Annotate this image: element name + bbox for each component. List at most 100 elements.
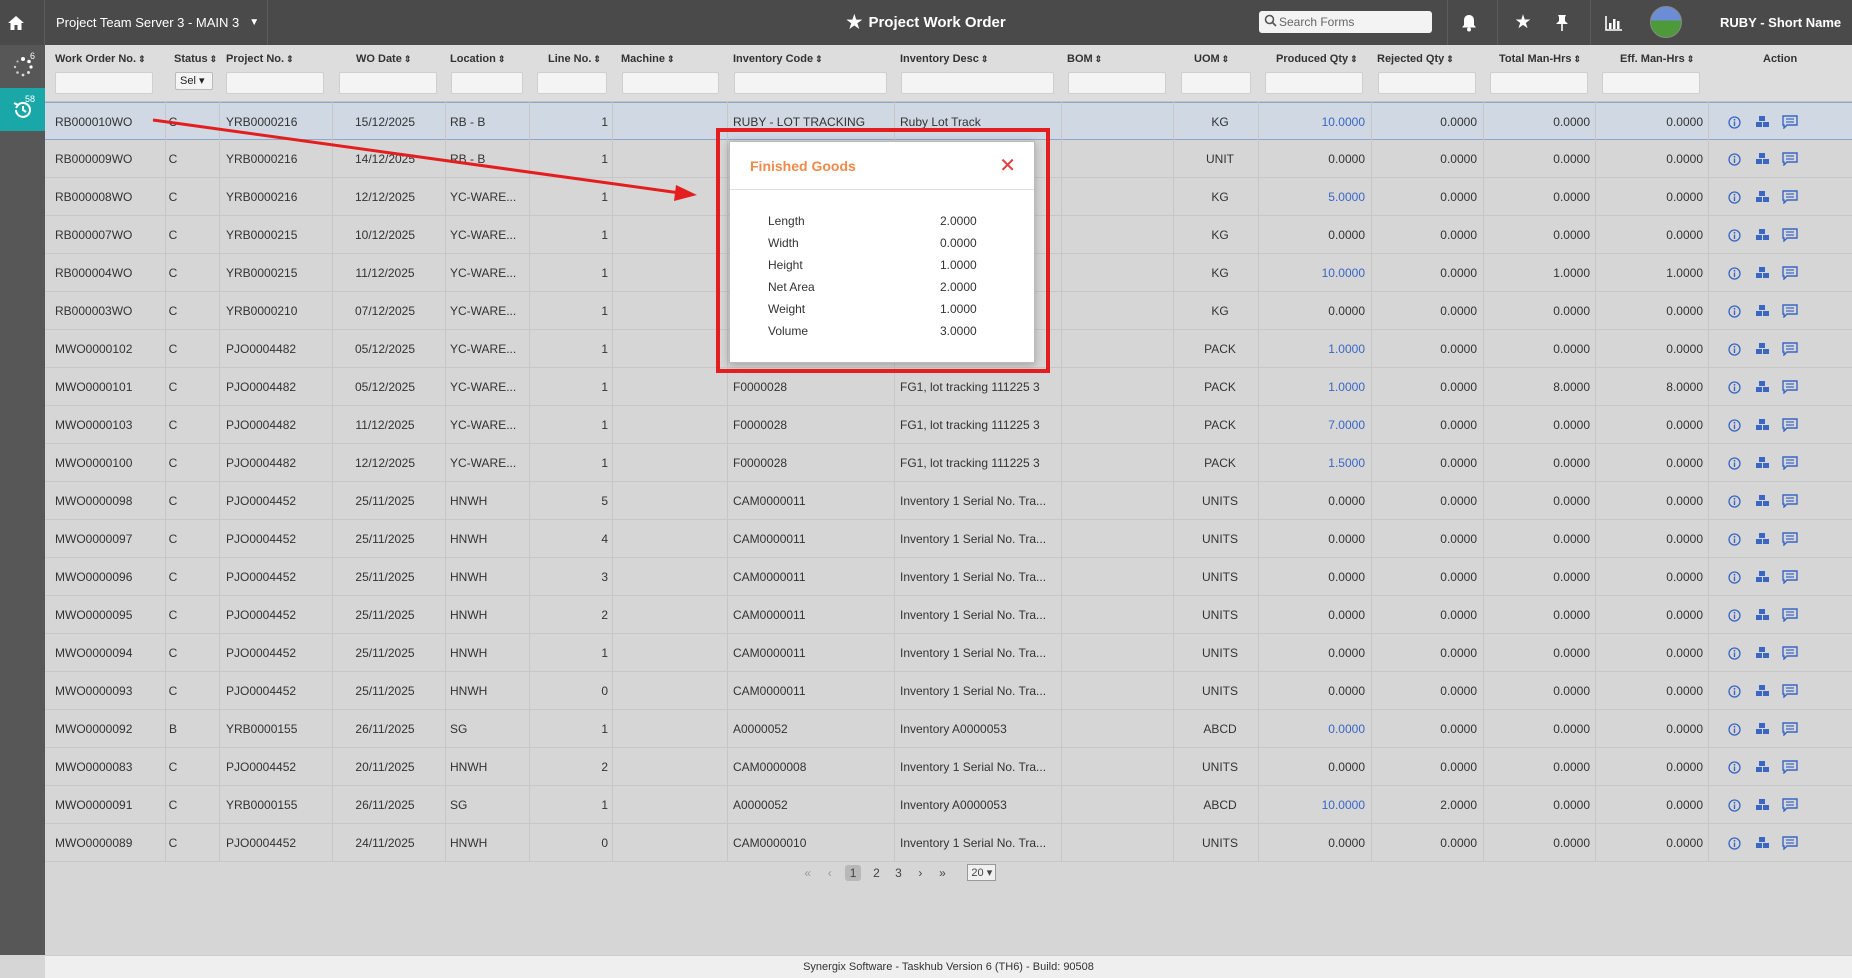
- column-filter-input[interactable]: [55, 72, 153, 94]
- info-icon[interactable]: [1725, 302, 1743, 320]
- boxes-icon[interactable]: [1753, 606, 1771, 624]
- comment-icon[interactable]: [1781, 340, 1799, 358]
- info-icon[interactable]: [1725, 834, 1743, 852]
- info-icon[interactable]: [1725, 454, 1743, 472]
- next-page-icon[interactable]: ›: [913, 866, 927, 880]
- table-row[interactable]: MWO0000092 B YRB0000155 26/11/2025 SG 1 A00000…: [45, 710, 1852, 748]
- close-icon[interactable]: ✕: [999, 156, 1016, 176]
- info-icon[interactable]: [1725, 568, 1743, 586]
- table-row[interactable]: MWO0000096 C PJO0004452 25/11/2025 HNWH 3 CAM0…: [45, 558, 1852, 596]
- table-row[interactable]: MWO0000091 C YRB0000155 26/11/2025 SG 1 A00000…: [45, 786, 1852, 824]
- column-header[interactable]: Rejected Qty ⇕: [1377, 53, 1454, 65]
- boxes-icon[interactable]: [1753, 796, 1771, 814]
- boxes-icon[interactable]: [1753, 834, 1771, 852]
- info-icon[interactable]: [1725, 340, 1743, 358]
- comment-icon[interactable]: [1781, 682, 1799, 700]
- boxes-icon[interactable]: [1753, 530, 1771, 548]
- info-icon[interactable]: [1725, 682, 1743, 700]
- cell-prod[interactable]: 10.0000: [1265, 103, 1365, 141]
- column-header[interactable]: Work Order No. ⇕: [55, 53, 146, 65]
- cell-wo[interactable]: MWO0000102: [55, 330, 155, 368]
- table-row[interactable]: MWO0000098 C PJO0004452 25/11/2025 HNWH 5 CAM0…: [45, 482, 1852, 520]
- sort-icon[interactable]: ⇕: [1446, 54, 1454, 64]
- loading-tasks-button[interactable]: 6: [0, 45, 45, 88]
- boxes-icon[interactable]: [1753, 454, 1771, 472]
- sort-icon[interactable]: ⇕: [1222, 54, 1230, 64]
- info-icon[interactable]: [1725, 113, 1743, 131]
- info-icon[interactable]: [1725, 530, 1743, 548]
- sort-icon[interactable]: ⇕: [667, 54, 675, 64]
- comment-icon[interactable]: [1781, 606, 1799, 624]
- table-row[interactable]: MWO0000089 C PJO0004452 24/11/2025 HNWH 0 CAM0…: [45, 824, 1852, 862]
- column-header[interactable]: BOM ⇕: [1067, 53, 1102, 65]
- boxes-icon[interactable]: [1753, 644, 1771, 662]
- column-filter-input[interactable]: [901, 72, 1054, 94]
- comment-icon[interactable]: [1781, 378, 1799, 396]
- cell-wo[interactable]: RB000008WO: [55, 178, 155, 216]
- column-filter-input[interactable]: [1602, 72, 1700, 94]
- comment-icon[interactable]: [1781, 758, 1799, 776]
- column-header[interactable]: Line No. ⇕: [548, 53, 601, 65]
- sort-icon[interactable]: ⇕: [1350, 54, 1358, 64]
- search-input[interactable]: Search Forms: [1259, 11, 1432, 33]
- sort-icon[interactable]: ⇕: [1095, 54, 1103, 64]
- boxes-icon[interactable]: [1753, 416, 1771, 434]
- comment-icon[interactable]: [1781, 226, 1799, 244]
- comment-icon[interactable]: [1781, 720, 1799, 738]
- sort-icon[interactable]: ⇕: [138, 54, 146, 64]
- history-button[interactable]: 58: [0, 88, 45, 131]
- comment-icon[interactable]: [1781, 568, 1799, 586]
- column-filter-input[interactable]: [226, 72, 324, 94]
- table-row[interactable]: MWO0000097 C PJO0004452 25/11/2025 HNWH 4 CAM0…: [45, 520, 1852, 558]
- cell-wo[interactable]: MWO0000100: [55, 444, 155, 482]
- cell-prod[interactable]: 7.0000: [1265, 406, 1365, 444]
- cell-wo[interactable]: RB000003WO: [55, 292, 155, 330]
- info-icon[interactable]: [1725, 644, 1743, 662]
- table-row[interactable]: RB000010WO C YRB0000216 15/12/2025 RB - B 1 RU…: [45, 102, 1852, 140]
- cell-wo[interactable]: MWO0000098: [55, 482, 155, 520]
- boxes-icon[interactable]: [1753, 150, 1771, 168]
- column-header[interactable]: UOM ⇕: [1194, 53, 1229, 65]
- cell-wo[interactable]: MWO0000095: [55, 596, 155, 634]
- home-icon[interactable]: [0, 0, 32, 45]
- comment-icon[interactable]: [1781, 796, 1799, 814]
- avatar[interactable]: [1650, 6, 1682, 38]
- column-header[interactable]: Machine ⇕: [621, 53, 675, 65]
- cell-prod[interactable]: 1.0000: [1265, 330, 1365, 368]
- boxes-icon[interactable]: [1753, 682, 1771, 700]
- column-filter-input[interactable]: [537, 72, 607, 94]
- table-row[interactable]: MWO0000103 C PJO0004482 11/12/2025 YC-WARE..…: [45, 406, 1852, 444]
- boxes-icon[interactable]: [1753, 758, 1771, 776]
- info-icon[interactable]: [1725, 758, 1743, 776]
- cell-prod[interactable]: 10.0000: [1265, 254, 1365, 292]
- cell-wo[interactable]: MWO0000101: [55, 368, 155, 406]
- boxes-icon[interactable]: [1753, 568, 1771, 586]
- column-filter-input[interactable]: [734, 72, 887, 94]
- boxes-icon[interactable]: [1753, 226, 1771, 244]
- boxes-icon[interactable]: [1753, 264, 1771, 282]
- favorites-star-icon[interactable]: ★: [1501, 0, 1545, 45]
- info-icon[interactable]: [1725, 226, 1743, 244]
- boxes-icon[interactable]: [1753, 378, 1771, 396]
- info-icon[interactable]: [1725, 378, 1743, 396]
- comment-icon[interactable]: [1781, 644, 1799, 662]
- cell-prod[interactable]: 0.0000: [1265, 710, 1365, 748]
- cell-prod[interactable]: 1.0000: [1265, 368, 1365, 406]
- column-header[interactable]: Total Man-Hrs ⇕: [1499, 53, 1581, 65]
- cell-wo[interactable]: MWO0000092: [55, 710, 155, 748]
- comment-icon[interactable]: [1781, 454, 1799, 472]
- column-header[interactable]: Inventory Code ⇕: [733, 53, 823, 65]
- cell-wo[interactable]: RB000010WO: [55, 103, 155, 141]
- table-row[interactable]: MWO0000101 C PJO0004482 05/12/2025 YC-WARE..…: [45, 368, 1852, 406]
- boxes-icon[interactable]: [1753, 492, 1771, 510]
- column-header[interactable]: Project No. ⇕: [226, 53, 294, 65]
- page-2[interactable]: 2: [869, 866, 883, 880]
- info-icon[interactable]: [1725, 720, 1743, 738]
- sort-icon[interactable]: ⇕: [404, 54, 412, 64]
- comment-icon[interactable]: [1781, 416, 1799, 434]
- column-filter-input[interactable]: [1181, 72, 1251, 94]
- comment-icon[interactable]: [1781, 188, 1799, 206]
- info-icon[interactable]: [1725, 416, 1743, 434]
- column-header[interactable]: Status ⇕: [174, 53, 217, 65]
- info-icon[interactable]: [1725, 150, 1743, 168]
